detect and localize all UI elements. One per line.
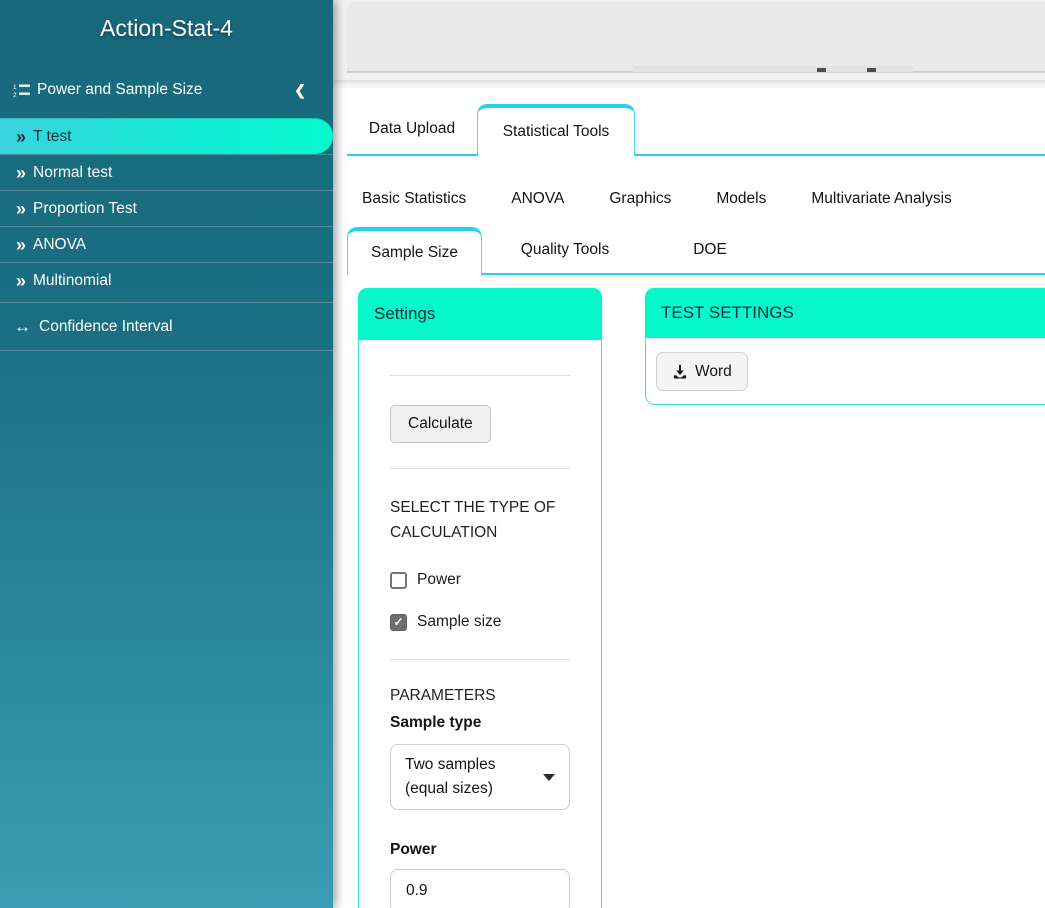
tab-data-upload[interactable]: Data Upload xyxy=(347,104,477,154)
tab-label: Statistical Tools xyxy=(502,123,610,140)
app-root: { "app": { "title": "Action-Stat-4" }, "… xyxy=(0,0,1045,908)
power-checkbox[interactable] xyxy=(390,571,407,589)
sidebar-item-confidence-interval[interactable]: ↔ Confidence Interval xyxy=(0,302,333,351)
angle-double-right-icon: » xyxy=(16,162,26,183)
sidebar-item-proportion-test[interactable]: » Proportion Test xyxy=(0,190,333,226)
sidebar-section-power-sample-size[interactable]: 1 2 Power and Sample Size ❮ xyxy=(0,71,333,109)
sample-type-value-line2: (equal sizes) xyxy=(405,780,493,797)
test-settings-panel-body: Word xyxy=(646,338,1045,405)
tools-tab-bar: Basic Statistics ANOVA Graphics Models M… xyxy=(347,170,1045,275)
tools-tab-row-2: Sample Size Quality Tools DOE xyxy=(347,227,1045,275)
sample-type-value-line1: Two samples xyxy=(405,756,496,773)
power-field-label: Power xyxy=(390,841,437,858)
tab-anova[interactable]: ANOVA xyxy=(496,190,579,208)
angle-double-right-icon: » xyxy=(16,126,26,147)
top-header-bar xyxy=(333,0,1045,88)
divider xyxy=(390,659,570,660)
sidebar-item-multinomial[interactable]: » Multinomial xyxy=(0,262,333,298)
calculation-type-heading: SELECT THE TYPE OF CALCULATION xyxy=(390,499,556,541)
main-content: Data Upload Statistical Tools Basic Stat… xyxy=(333,0,1045,908)
arrows-left-right-icon: ↔ xyxy=(14,316,31,336)
sample-type-value: Two samples (equal sizes) xyxy=(405,753,495,801)
sample-size-checkbox[interactable]: ✓ xyxy=(390,613,407,631)
settings-panel: Settings Calculate SELECT THE TYPE OF CA… xyxy=(358,288,602,908)
tab-graphics[interactable]: Graphics xyxy=(594,190,686,208)
power-checkbox-row: Power xyxy=(390,571,570,589)
tab-statistical-tools[interactable]: Statistical Tools xyxy=(477,104,635,156)
tab-doe[interactable]: DOE xyxy=(645,227,775,273)
settings-panel-body: Calculate SELECT THE TYPE OF CALCULATION… xyxy=(359,375,601,908)
svg-text:2: 2 xyxy=(13,92,17,98)
caret-down-icon xyxy=(543,773,555,781)
tab-label: DOE xyxy=(693,241,727,258)
settings-panel-header: Settings xyxy=(358,288,602,340)
clipped-content-mark xyxy=(867,68,876,72)
sample-type-select[interactable]: Two samples (equal sizes) xyxy=(390,744,570,810)
divider xyxy=(390,375,570,376)
chevron-left-icon[interactable]: ❮ xyxy=(294,82,320,99)
top-header-panel xyxy=(347,2,1045,73)
angle-double-right-icon: » xyxy=(16,234,26,255)
sidebar-item-label: ANOVA xyxy=(33,235,87,253)
test-settings-panel: TEST SETTINGS Word xyxy=(645,288,1045,405)
angle-double-right-icon: » xyxy=(16,270,26,291)
settings-panel-title: Settings xyxy=(374,304,436,323)
tab-basic-statistics[interactable]: Basic Statistics xyxy=(347,190,481,208)
tools-tab-row-1: Basic Statistics ANOVA Graphics Models M… xyxy=(347,170,1045,227)
main-tab-bar: Data Upload Statistical Tools xyxy=(347,104,1045,156)
word-export-button[interactable]: Word xyxy=(656,352,748,391)
power-checkbox-label: Power xyxy=(417,571,461,588)
check-icon: ✓ xyxy=(393,615,404,629)
sidebar: Action-Stat-4 1 2 Power and Sample Size … xyxy=(0,0,333,908)
sidebar-item-anova[interactable]: » ANOVA xyxy=(0,226,333,262)
test-settings-panel-title: TEST SETTINGS xyxy=(661,303,794,322)
sidebar-section-label: Power and Sample Size xyxy=(37,81,203,98)
sidebar-item-normal-test[interactable]: » Normal test xyxy=(0,154,333,190)
parameters-heading: PARAMETERS xyxy=(390,687,496,704)
tab-models[interactable]: Models xyxy=(701,190,781,208)
sidebar-menu: » T test » Normal test » Proportion Test… xyxy=(0,118,333,298)
sample-size-checkbox-label: Sample size xyxy=(417,613,502,630)
download-icon xyxy=(672,364,688,380)
sidebar-item-label: Proportion Test xyxy=(33,199,137,217)
word-button-label: Word xyxy=(695,362,732,380)
calculate-button[interactable]: Calculate xyxy=(390,405,491,443)
angle-double-right-icon: » xyxy=(16,198,26,219)
sidebar-item-label: Normal test xyxy=(33,163,113,181)
sample-type-label: Sample type xyxy=(390,714,482,731)
test-settings-panel-header: TEST SETTINGS xyxy=(645,288,1045,338)
sidebar-item-label: Multinomial xyxy=(33,271,112,289)
tab-quality-tools[interactable]: Quality Tools xyxy=(500,227,630,273)
app-title: Action-Stat-4 xyxy=(100,15,233,41)
tab-sample-size[interactable]: Sample Size xyxy=(347,227,482,275)
sidebar-item-t-test[interactable]: » T test xyxy=(0,118,333,154)
divider xyxy=(390,468,570,469)
tab-multivariate-analysis[interactable]: Multivariate Analysis xyxy=(796,190,966,208)
power-input[interactable] xyxy=(390,869,570,908)
sample-size-checkbox-row: ✓ Sample size xyxy=(390,613,570,631)
clipped-content-mark xyxy=(817,68,826,72)
tab-label: Quality Tools xyxy=(520,241,610,258)
sidebar-item-label: Confidence Interval xyxy=(39,317,173,335)
svg-text:1: 1 xyxy=(13,84,17,91)
tab-label: Sample Size xyxy=(370,244,458,261)
list-ol-icon: 1 2 xyxy=(13,83,30,98)
tab-label: Data Upload xyxy=(368,120,456,137)
sidebar-item-label: T test xyxy=(33,127,72,145)
header-shadow xyxy=(333,80,1045,88)
